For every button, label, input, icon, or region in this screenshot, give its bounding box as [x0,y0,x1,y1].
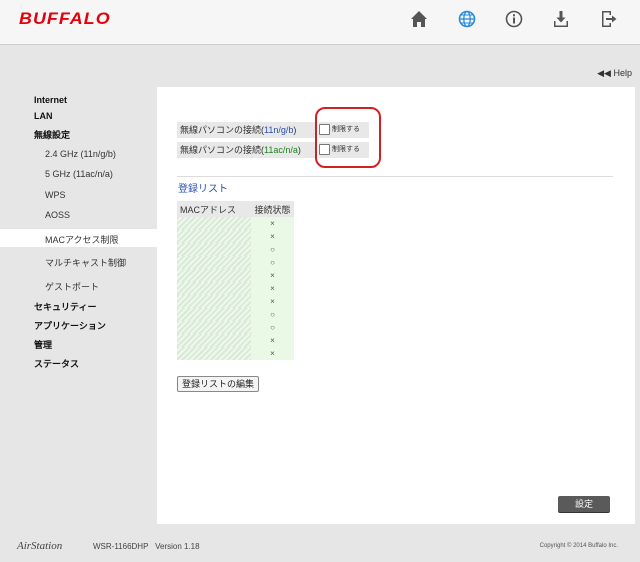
sidebar-item-24ghz[interactable]: 2.4 GHz (11n/g/b) [45,149,116,159]
connection-status: ○ [251,256,294,269]
connection-status: × [251,295,294,308]
restrict-label-24ghz: 無線パソコンの接続(11n/g/b) [177,122,317,138]
restrict-checkbox-5ghz[interactable]: 制限する [319,142,369,158]
checkbox-label: 制限する [332,146,360,153]
sidebar-item-application[interactable]: アプリケーション [34,319,106,332]
table-row: × [177,230,294,243]
mac-address-redacted [177,347,251,360]
connection-status: ○ [251,321,294,334]
connection-status: × [251,334,294,347]
sidebar-item-wireless[interactable]: 無線設定 [34,128,70,141]
restrict-checkbox-24ghz[interactable]: 制限する [319,122,369,138]
help-label: Help [613,68,632,78]
sidebar-item-internet[interactable]: Internet [34,95,67,105]
connection-status: ○ [251,308,294,321]
table-row: ○ [177,321,294,334]
help-link[interactable]: ◀◀ Help [597,68,632,79]
connection-status: × [251,347,294,360]
edit-registration-list-button[interactable]: 登録リストの編集 [177,376,260,392]
table-row: × [177,347,294,360]
sidebar-item-aoss[interactable]: AOSS [45,210,70,220]
mac-address-redacted [177,269,251,282]
airstation-logo: AirStation [17,540,63,552]
download-icon[interactable] [550,8,572,30]
checkbox-box[interactable] [319,123,330,135]
header-bar: BUFFALO [0,0,640,45]
connection-status: ○ [251,243,294,256]
firmware-version: Version 1.18 [155,542,200,551]
registration-table: MACアドレス 接続状態 × × ○ ○ × × × ○ ○ × × [177,201,294,360]
logout-icon[interactable] [598,8,620,30]
sidebar-item-guest-port[interactable]: ゲストポート [45,280,99,293]
column-header-mac: MACアドレス [177,201,251,217]
checkbox-box[interactable] [319,143,330,155]
column-header-status: 接続状態 [251,201,294,217]
model-version: WSR-1166DHP Version 1.18 [93,542,200,551]
mac-address-redacted [177,308,251,321]
connection-status: × [251,217,294,230]
main-panel: 無線パソコンの接続(11n/g/b) 制限する 無線パソコンの接続(11ac/n… [157,87,635,524]
connection-status: × [251,282,294,295]
sidebar-item-management[interactable]: 管理 [34,338,52,351]
mac-address-redacted [177,230,251,243]
globe-icon[interactable] [456,8,478,30]
mac-address-redacted [177,243,251,256]
mac-address-redacted [177,321,251,334]
table-row: ○ [177,256,294,269]
sidebar-item-security[interactable]: セキュリティー [34,300,96,313]
checkbox-label: 制限する [332,126,360,133]
connection-status: × [251,230,294,243]
sidebar-item-5ghz[interactable]: 5 GHz (11ac/n/a) [45,169,113,179]
info-icon[interactable] [503,8,525,30]
sidebar-item-status[interactable]: ステータス [34,357,79,370]
table-row: × [177,295,294,308]
sidebar-item-multicast[interactable]: マルチキャスト制御 [45,256,126,269]
table-row: × [177,217,294,230]
table-row: ○ [177,243,294,256]
table-row: ○ [177,308,294,321]
mac-address-redacted [177,334,251,347]
double-chevron-left-icon: ◀◀ [597,68,614,78]
sidebar-item-lan[interactable]: LAN [34,111,53,121]
model-name: WSR-1166DHP [93,542,149,551]
section-divider [177,176,613,177]
mac-address-redacted [177,282,251,295]
footer: AirStation WSR-1166DHP Version 1.18 Copy… [0,536,640,562]
copyright-text: Copyright © 2014 Buffalo Inc. [539,543,618,549]
registration-list-title: 登録リスト [178,184,228,195]
mac-address-redacted [177,295,251,308]
table-row: × [177,334,294,347]
home-icon[interactable] [408,8,430,30]
buffalo-logo: BUFFALO [19,9,111,28]
table-row: × [177,282,294,295]
mac-address-redacted [177,217,251,230]
mac-address-redacted [177,256,251,269]
sidebar-item-mac-access[interactable]: MACアクセス制限 [45,233,119,246]
apply-settings-button[interactable]: 設定 [558,496,610,512]
table-row: × [177,269,294,282]
sidebar-item-wps[interactable]: WPS [45,190,66,200]
connection-status: × [251,269,294,282]
restrict-label-5ghz: 無線パソコンの接続(11ac/n/a) [177,142,317,158]
